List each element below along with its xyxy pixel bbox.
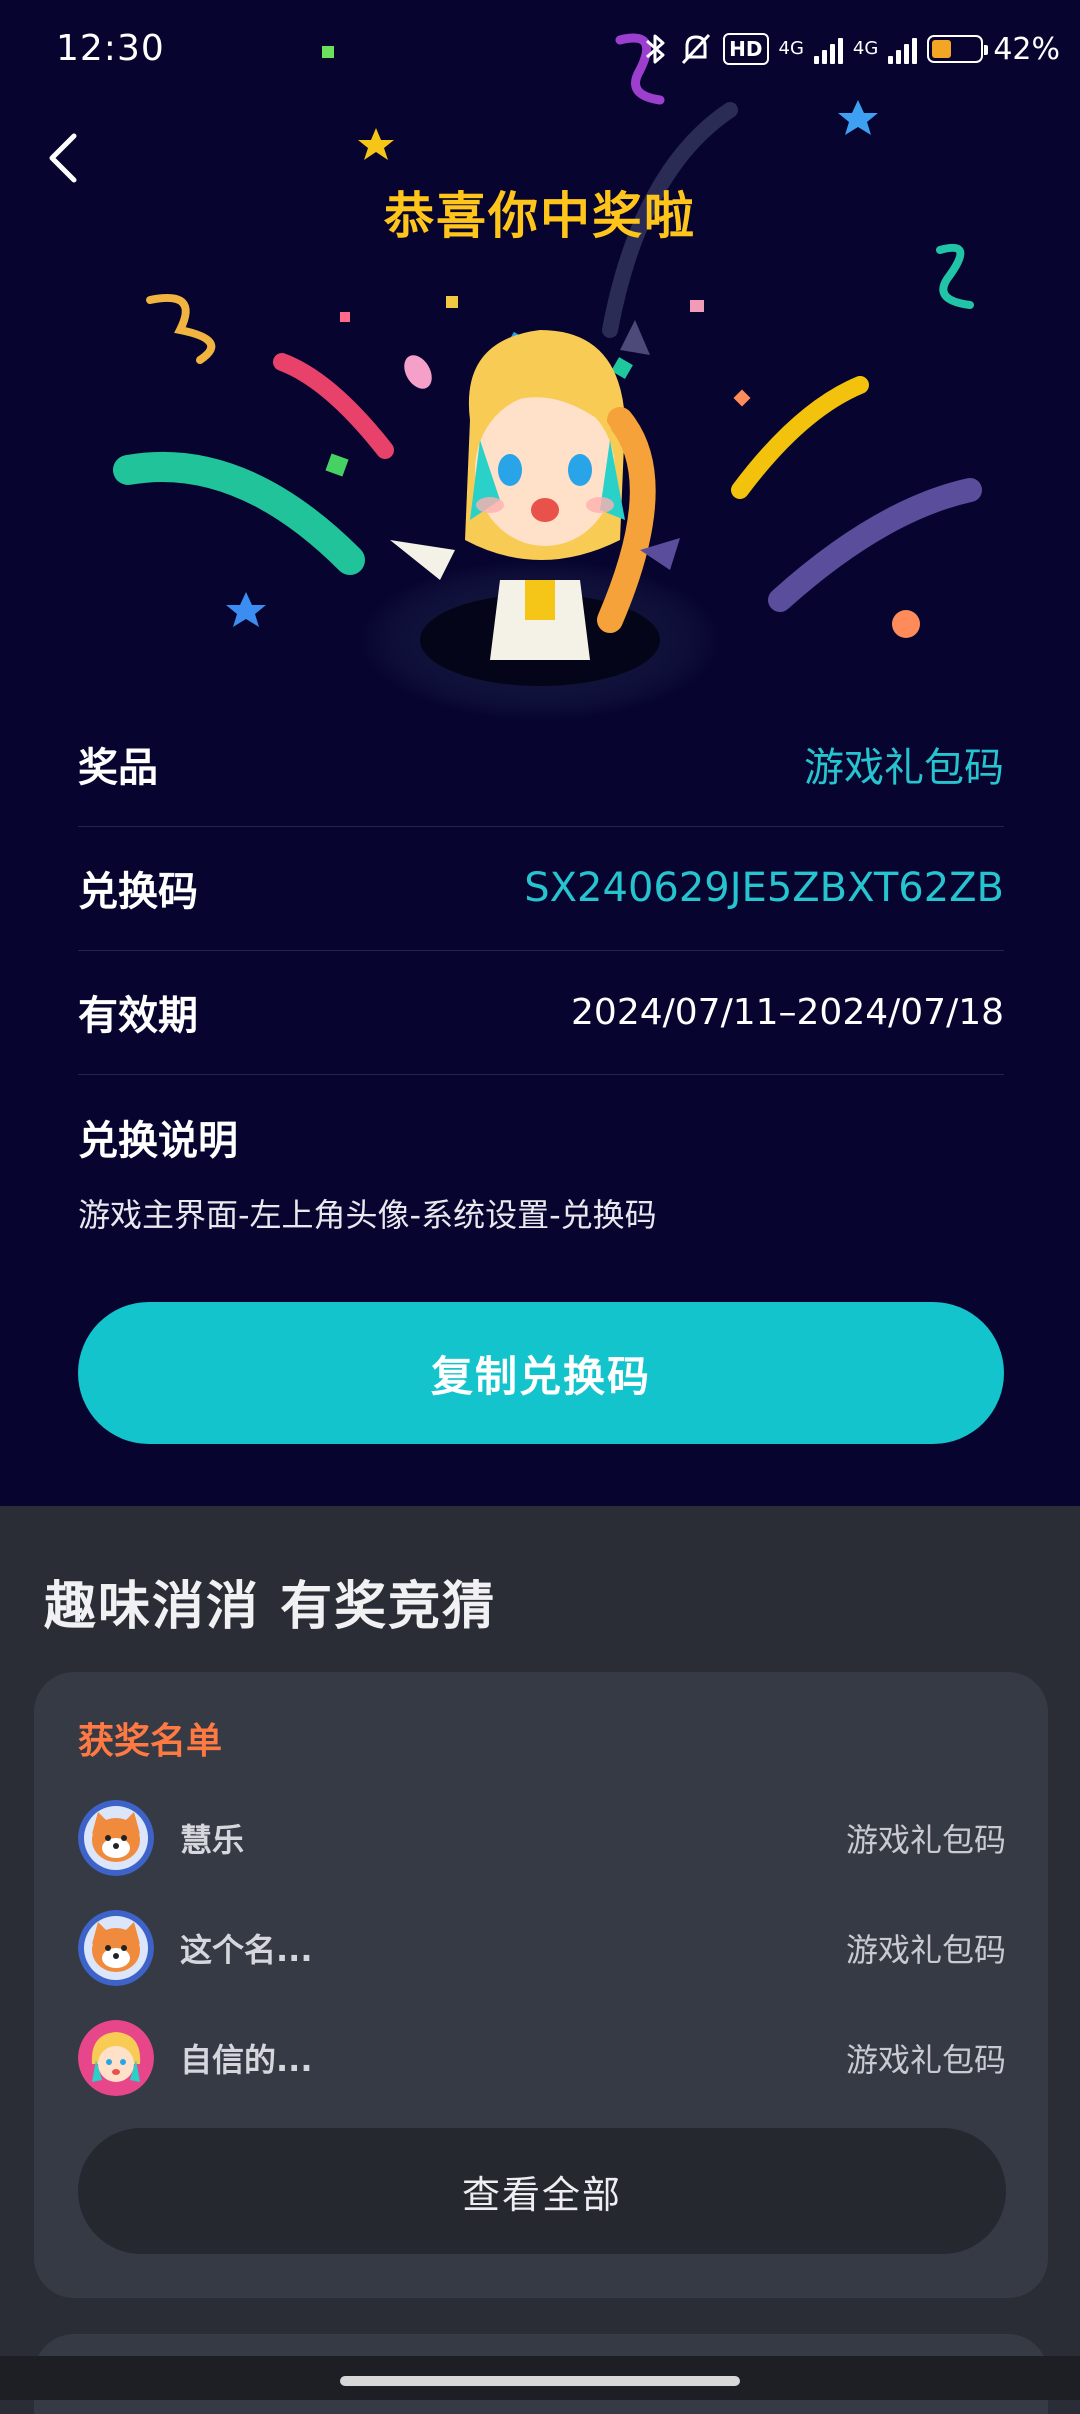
- signal-bars-icon: [888, 34, 918, 64]
- girl-avatar: [78, 2020, 154, 2096]
- network-type-1: 4G: [778, 38, 804, 59]
- prize-row: 奖品 游戏礼包码: [78, 702, 1004, 827]
- winner-prize: 游戏礼包码: [845, 2041, 1006, 2079]
- winner-row: 自信的... 游戏礼包码: [78, 2018, 1006, 2098]
- validity-row: 有效期 2024/07/11–2024/07/18: [78, 950, 1004, 1075]
- section-title: 趣味消消 有奖竞猜: [44, 1577, 497, 1637]
- instructions-title: 兑换说明: [78, 1118, 238, 1164]
- battery-icon: [927, 35, 989, 63]
- validity-value: 2024/07/11–2024/07/18: [571, 991, 1004, 1033]
- winners-card: 获奖名单 慧乐 游戏礼包码 这个名... 游戏礼包码 自信的... 游戏礼包码 …: [34, 1672, 1048, 2298]
- prize-result-panel: 12:30 HD 4G 4G 42% 恭喜你中奖啦 奖品 游戏礼包码 兑换码 S…: [0, 0, 1080, 1506]
- winner-row: 这个名... 游戏礼包码: [78, 1908, 1006, 1988]
- winners-title: 获奖名单: [78, 1721, 223, 1762]
- validity-label: 有效期: [78, 993, 198, 1039]
- redeem-code-value[interactable]: SX240629JE5ZBXT62ZB: [524, 865, 1004, 911]
- system-nav-bar: [0, 2356, 1080, 2400]
- winner-name: 这个名...: [180, 1931, 313, 1969]
- prize-value: 游戏礼包码: [804, 745, 1004, 791]
- winner-prize: 游戏礼包码: [845, 1821, 1006, 1859]
- code-row: 兑换码 SX240629JE5ZBXT62ZB: [78, 826, 1004, 951]
- signal-bars-icon: [813, 34, 843, 64]
- instructions-text: 游戏主界面-左上角头像-系统设置-兑换码: [78, 1196, 657, 1234]
- hd-voice-badge: HD: [723, 33, 769, 65]
- bluetooth-icon: [646, 34, 665, 64]
- prize-label: 奖品: [78, 745, 158, 791]
- status-icons: HD 4G 4G 42%: [643, 24, 1060, 74]
- shiba-avatar: [78, 1800, 154, 1876]
- home-indicator[interactable]: [340, 2376, 740, 2386]
- winner-name: 自信的...: [180, 2041, 313, 2079]
- status-bar: 12:30 HD 4G 4G 42%: [0, 0, 1080, 100]
- network-type-2: 4G: [852, 38, 879, 59]
- battery-percent: 42%: [993, 31, 1060, 67]
- winner-name: 慧乐: [180, 1821, 245, 1859]
- shiba-avatar: [78, 1910, 154, 1986]
- winner-prize: 游戏礼包码: [845, 1931, 1006, 1969]
- copy-code-button[interactable]: 复制兑换码: [78, 1302, 1004, 1444]
- mascot-illustration: [360, 320, 720, 720]
- status-time: 12:30: [56, 28, 165, 69]
- winner-row: 慧乐 游戏礼包码: [78, 1798, 1006, 1878]
- code-label: 兑换码: [78, 869, 198, 915]
- mute-bell-icon: [682, 33, 711, 65]
- view-all-button[interactable]: 查看全部: [78, 2128, 1006, 2254]
